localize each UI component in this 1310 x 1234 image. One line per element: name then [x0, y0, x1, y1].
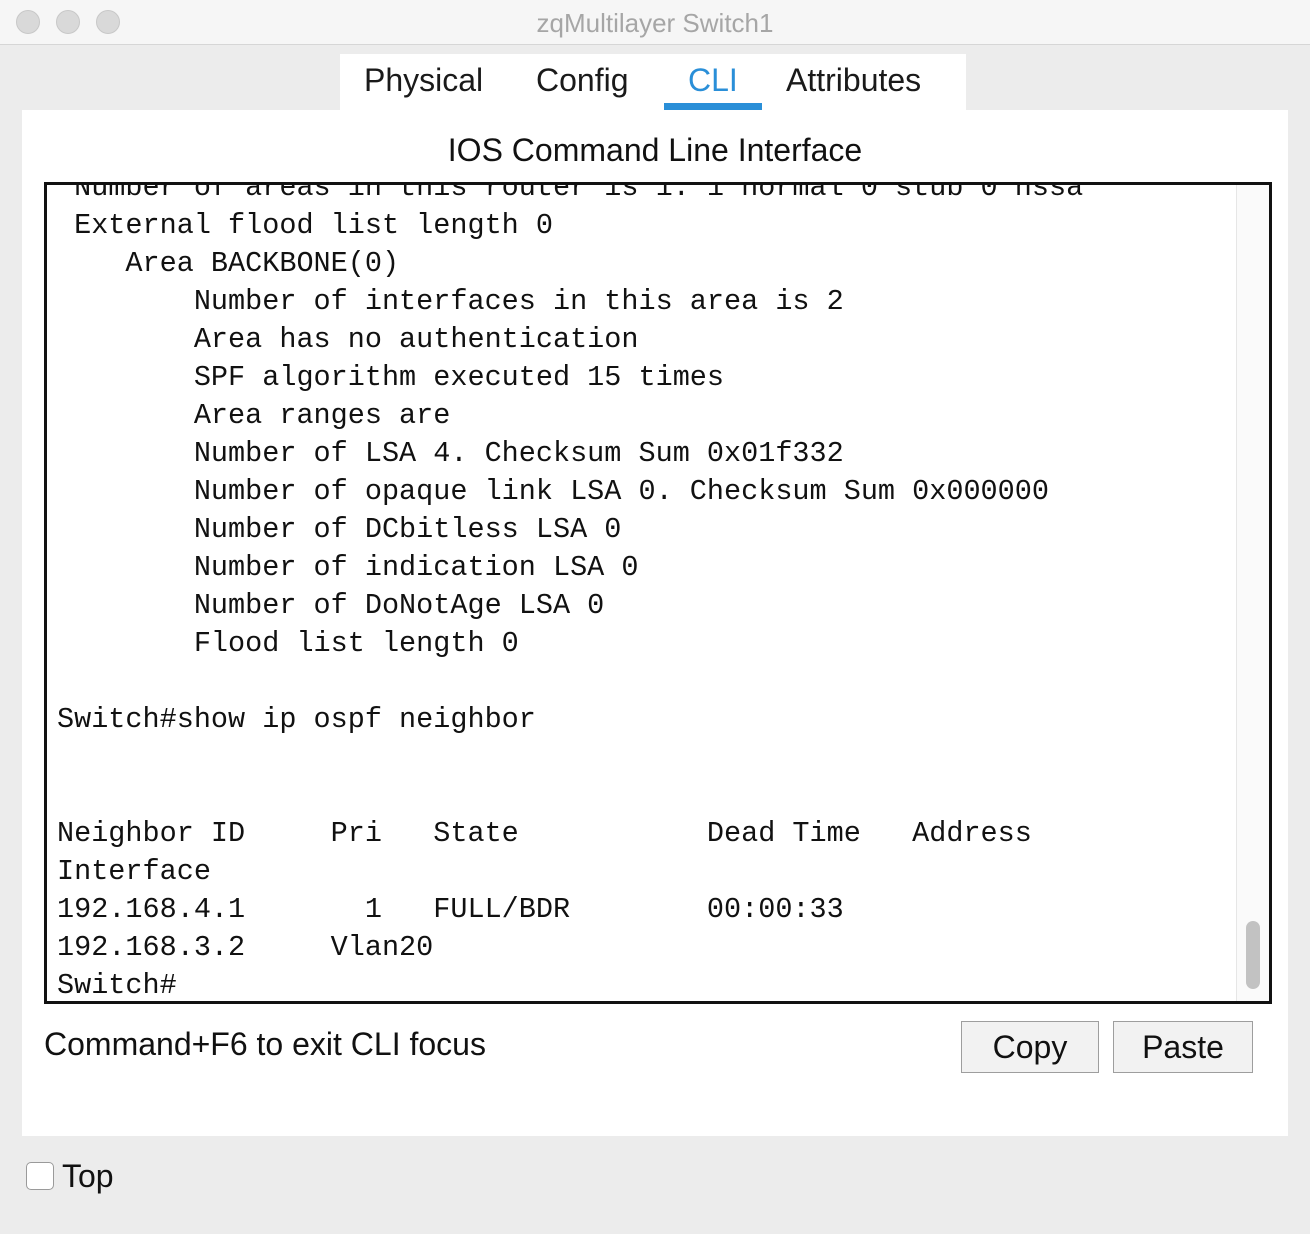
terminal-line: Number of DCbitless LSA 0 — [57, 513, 622, 546]
window-title: zqMultilayer Switch1 — [536, 8, 774, 38]
terminal-line: 192.168.4.1 1 FULL/BDR 00:00:33 — [57, 893, 844, 926]
terminal-line: Flood list length 0 — [57, 627, 519, 660]
paste-button[interactable]: Paste — [1113, 1021, 1253, 1073]
terminal-line: Area ranges are — [57, 399, 451, 432]
cli-panel: IOS Command Line Interface Number of are… — [22, 110, 1288, 1136]
tab-cli[interactable]: CLI — [688, 62, 738, 99]
terminal-line: 192.168.3.2 Vlan20 — [57, 931, 434, 964]
terminal-scrollbar[interactable] — [1236, 185, 1269, 1001]
terminal-output[interactable]: Number of areas in this router is 1. 1 n… — [57, 182, 1084, 1002]
top-checkbox[interactable] — [26, 1162, 54, 1190]
terminal-line: Number of LSA 4. Checksum Sum 0x01f332 — [57, 437, 844, 470]
terminal-line: External flood list length 0 — [57, 209, 553, 242]
window: zqMultilayer Switch1 Physical Config CLI… — [0, 0, 1310, 1234]
terminal-line: Number of DoNotAge LSA 0 — [57, 589, 605, 622]
terminal-line: Number of opaque link LSA 0. Checksum Su… — [57, 475, 1049, 508]
cli-focus-hint: Command+F6 to exit CLI focus — [44, 1026, 486, 1062]
terminal-line: SPF algorithm executed 15 times — [57, 361, 725, 394]
terminal-line: Number of indication LSA 0 — [57, 551, 639, 584]
tab-bar: Physical Config CLI Attributes — [340, 54, 966, 110]
copy-button[interactable]: Copy — [961, 1021, 1099, 1073]
tab-config[interactable]: Config — [536, 62, 629, 99]
terminal-line: Area BACKBONE(0) — [57, 247, 400, 280]
terminal-line: Interface — [57, 855, 211, 888]
terminal-line: Neighbor ID Pri State Dead Time Address — [57, 817, 1032, 850]
title-bar: zqMultilayer Switch1 — [0, 0, 1310, 45]
active-tab-indicator — [664, 103, 762, 110]
terminal-line: Number of interfaces in this area is 2 — [57, 285, 844, 318]
terminal-line: Switch#show ip ospf neighbor — [57, 703, 536, 736]
tab-attributes[interactable]: Attributes — [786, 62, 921, 99]
panel-title: IOS Command Line Interface — [447, 132, 863, 168]
terminal-line: Switch# — [57, 969, 177, 1002]
top-checkbox-label: Top — [62, 1158, 114, 1194]
tab-physical[interactable]: Physical — [364, 62, 483, 99]
cli-terminal[interactable]: Number of areas in this router is 1. 1 n… — [44, 182, 1272, 1004]
scrollbar-thumb[interactable] — [1246, 921, 1260, 989]
terminal-line: Area has no authentication — [57, 323, 639, 356]
terminal-line: Number of areas in this router is 1. 1 n… — [57, 182, 1084, 204]
